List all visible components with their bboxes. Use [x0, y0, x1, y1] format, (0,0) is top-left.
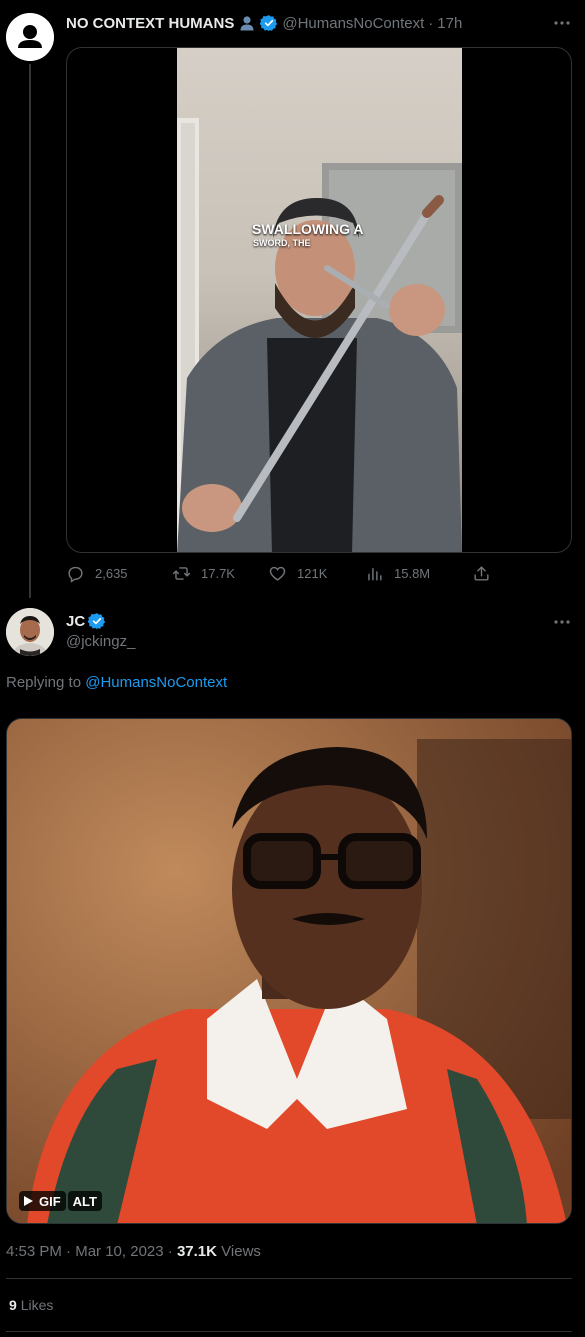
time-separator: · — [428, 14, 434, 32]
views-icon — [368, 568, 382, 581]
author-avatar[interactable] — [6, 13, 54, 61]
views-count: 15.8M — [394, 566, 431, 581]
retweet-count: 17.7K — [201, 566, 235, 581]
video-caption-line1: SWALLOWING A — [252, 221, 364, 237]
video-frame: SWALLOWING A SWORD, THE — [177, 48, 462, 552]
author-handle[interactable]: @HumansNoContext — [282, 15, 424, 32]
meta-separator: · — [66, 1243, 72, 1260]
like-button[interactable]: 121K — [268, 564, 327, 583]
alt-badge[interactable]: ALT — [67, 1191, 102, 1211]
play-icon — [24, 1196, 33, 1206]
reply-author-handle[interactable]: @jckingz_ — [66, 633, 135, 650]
reply-author-avatar[interactable] — [6, 608, 54, 656]
replying-to-label: Replying to — [6, 674, 82, 691]
reply-time[interactable]: 4:53 PM — [6, 1243, 62, 1260]
reply-count: 2,635 — [95, 566, 128, 581]
meta-separator: · — [167, 1243, 173, 1260]
gif-badge[interactable]: GIF — [19, 1191, 66, 1211]
reply-icon — [68, 566, 83, 583]
reply-avatar-photo — [6, 608, 54, 656]
gif-scene — [7, 719, 571, 1223]
tweet-actions: 2,635 17.7K 121K 15.8M — [66, 564, 506, 584]
video-scene — [177, 118, 462, 552]
author-name[interactable]: NO CONTEXT HUMANS — [66, 15, 234, 32]
more-dots-icon — [554, 620, 570, 624]
reply-views-count: 37.1K — [176, 1243, 217, 1260]
video-caption-line2: SWORD, THE — [253, 238, 311, 248]
retweet-button[interactable]: 17.7K — [172, 564, 235, 583]
thread-line — [29, 64, 31, 598]
reply-views-label: Views — [221, 1243, 261, 1260]
reply-likes-count: 9 — [9, 1297, 17, 1313]
reply-date[interactable]: Mar 10, 2023 — [75, 1243, 163, 1260]
reply-author-line: JC — [66, 612, 106, 630]
reply-timestamp-line: 4:53 PM · Mar 10, 2023 · 37.1K Views — [6, 1243, 261, 1260]
reply-gif[interactable]: GIF ALT — [6, 718, 572, 1224]
replying-to-handle[interactable]: @HumansNoContext — [85, 674, 227, 691]
share-icon — [474, 566, 489, 581]
reply-button[interactable]: 2,635 — [66, 564, 128, 583]
more-dots-icon — [554, 21, 570, 25]
tweet-video[interactable]: SWALLOWING A SWORD, THE — [66, 47, 572, 553]
alt-label: ALT — [72, 1193, 97, 1209]
share-button[interactable] — [472, 564, 491, 583]
reply-likes-label: Likes — [20, 1297, 54, 1313]
views-button[interactable]: 15.8M — [365, 564, 430, 583]
gif-label: GIF — [39, 1193, 61, 1209]
more-options-button[interactable] — [552, 13, 572, 33]
tweet-header: NO CONTEXT HUMANS @HumansNoContext · 17h — [66, 13, 462, 33]
retweet-icon — [172, 567, 191, 580]
reply-more-options-button[interactable] — [552, 612, 572, 632]
like-count: 121K — [297, 566, 328, 581]
replying-to: Replying to @HumansNoContext — [6, 674, 227, 691]
gif-badges: GIF ALT — [19, 1191, 102, 1211]
reply-author-name[interactable]: JC — [66, 613, 85, 630]
default-avatar-icon — [6, 13, 54, 61]
reply-likes[interactable]: 9 Likes — [9, 1297, 53, 1313]
heart-icon — [269, 566, 286, 581]
tweet-time[interactable]: 17h — [437, 15, 462, 32]
divider — [6, 1278, 572, 1279]
person-emoji-icon — [240, 16, 254, 31]
divider — [6, 1331, 572, 1332]
verified-badge-icon — [88, 613, 106, 630]
verified-badge-icon — [260, 15, 278, 32]
